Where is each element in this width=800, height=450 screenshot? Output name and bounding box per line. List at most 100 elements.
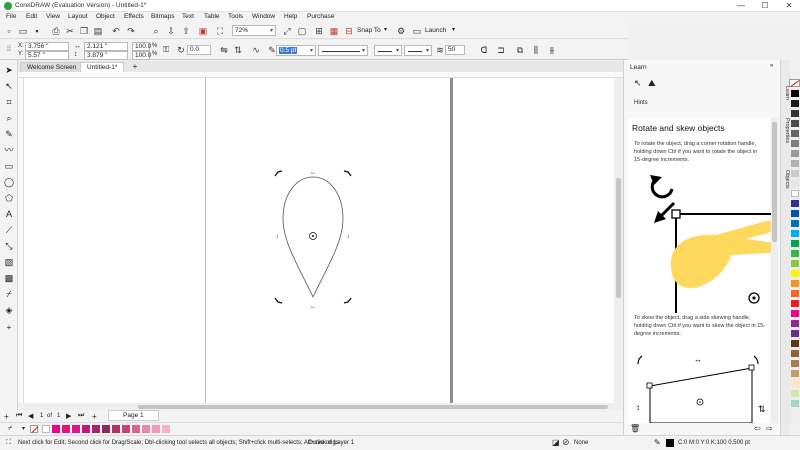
palette-swatch[interactable]: [122, 425, 130, 433]
start-arrow-select[interactable]: [374, 45, 402, 56]
palette-swatch[interactable]: [82, 425, 90, 433]
palette-swatch[interactable]: [791, 230, 799, 237]
object-origin-icon[interactable]: ⁞⁞: [3, 44, 15, 56]
launch-dropdown[interactable]: Launch: [425, 27, 446, 34]
close-button[interactable]: ✕: [778, 0, 800, 12]
menu-window[interactable]: Window: [252, 13, 275, 20]
import-icon[interactable]: ⇩: [165, 25, 177, 37]
app-launcher-icon[interactable]: ▭: [411, 25, 423, 37]
add-tab-button[interactable]: +: [130, 62, 140, 72]
palette-swatch[interactable]: [791, 260, 799, 267]
add-page-after-icon[interactable]: +: [92, 412, 97, 421]
palette-swatch[interactable]: [791, 400, 799, 407]
menu-help[interactable]: Help: [284, 13, 297, 20]
palette-swatch[interactable]: [791, 270, 799, 277]
palette-swatch[interactable]: [152, 425, 160, 433]
palette-swatch[interactable]: [791, 290, 799, 297]
shape-tool-icon[interactable]: ↖: [3, 80, 15, 92]
launch-chevron-icon[interactable]: ▾: [452, 26, 455, 33]
palette-swatch[interactable]: [791, 110, 799, 117]
tab-welcome-screen[interactable]: Welcome Screen: [20, 62, 84, 72]
menu-edit[interactable]: Edit: [26, 13, 37, 20]
rulers-icon[interactable]: ⊞: [313, 25, 325, 37]
palette-swatch[interactable]: [791, 200, 799, 207]
menu-tools[interactable]: Tools: [228, 13, 243, 20]
palette-swatch[interactable]: [791, 100, 799, 107]
palette-swatch[interactable]: [791, 250, 799, 257]
y-position-field[interactable]: 5.57 ": [25, 51, 69, 60]
save-icon[interactable]: ▪: [31, 25, 43, 37]
palette-swatch[interactable]: [162, 425, 170, 433]
curve-nodes-icon[interactable]: ∿: [250, 44, 262, 56]
full-screen-icon[interactable]: ⛶: [214, 25, 226, 37]
close-curve-icon[interactable]: ᗡ: [478, 44, 490, 56]
menu-view[interactable]: View: [46, 13, 60, 20]
palette-swatch[interactable]: [72, 425, 80, 433]
redo-icon[interactable]: ↷: [125, 25, 137, 37]
distribute-icon[interactable]: ⫵: [546, 44, 558, 56]
menu-bitmaps[interactable]: Bitmaps: [151, 13, 174, 20]
add-page-icon[interactable]: +: [4, 412, 9, 421]
palette-swatch[interactable]: [52, 425, 60, 433]
align-icon[interactable]: ⫼: [530, 44, 542, 56]
palette-swatch[interactable]: [142, 425, 150, 433]
zoom-tool-icon[interactable]: ⌕: [3, 112, 15, 124]
wrap-text-icon[interactable]: ⊐: [495, 44, 507, 56]
drop-shadow-icon[interactable]: ▧: [3, 256, 15, 268]
guidelines-icon[interactable]: ⊟: [343, 25, 355, 37]
palette-no-color[interactable]: [789, 79, 800, 87]
palette-swatch[interactable]: [791, 140, 799, 147]
rotation-field[interactable]: 0.0: [187, 45, 211, 55]
to-front-icon[interactable]: ⧉: [514, 44, 526, 56]
palette-swatch[interactable]: [791, 220, 799, 227]
palette-swatch[interactable]: [791, 330, 799, 337]
menu-table[interactable]: Table: [204, 13, 220, 20]
palette-swatch[interactable]: [791, 320, 799, 327]
line-style-select[interactable]: [318, 45, 368, 56]
pick-tool-icon[interactable]: ➤: [3, 64, 15, 76]
freehand-tool-icon[interactable]: ✎: [3, 128, 15, 140]
menu-purchase[interactable]: Purchase: [307, 13, 334, 20]
text-tool-icon[interactable]: A: [3, 208, 15, 220]
next-page-icon[interactable]: ▶: [66, 412, 71, 420]
palette-swatch[interactable]: [132, 425, 140, 433]
page-1-tab[interactable]: Page 1: [108, 410, 159, 421]
mirror-vertical-icon[interactable]: ⇅: [232, 44, 244, 56]
zoom-page-icon[interactable]: ▢: [296, 25, 308, 37]
menu-file[interactable]: File: [6, 13, 16, 20]
prev-page-icon[interactable]: ◀: [28, 412, 33, 420]
palette-swatch[interactable]: [102, 425, 110, 433]
hints-tab-icon[interactable]: ↖: [634, 78, 642, 89]
palette-swatch[interactable]: [791, 280, 799, 287]
palette-swatch[interactable]: [791, 240, 799, 247]
paste-icon[interactable]: ▤: [92, 25, 104, 37]
palette-swatch[interactable]: [791, 90, 799, 97]
palette-swatch[interactable]: [112, 425, 120, 433]
end-arrow-select[interactable]: [404, 45, 432, 56]
eyedropper-icon[interactable]: ⌿: [8, 425, 12, 433]
first-page-icon[interactable]: ⏮: [16, 412, 22, 420]
menu-text[interactable]: Text: [182, 13, 194, 20]
palette-swatch[interactable]: [791, 150, 799, 157]
menu-layout[interactable]: Layout: [68, 13, 88, 20]
palette-swatch[interactable]: [62, 425, 70, 433]
ellipse-tool-icon[interactable]: ◯: [3, 176, 15, 188]
teardrop-shape[interactable]: ↔ ↔ ↕ ↕: [269, 163, 359, 308]
canvas-hscroll-thumb[interactable]: [138, 405, 608, 409]
menu-effects[interactable]: Effects: [124, 13, 144, 20]
palette-swatch[interactable]: [791, 350, 799, 357]
palette-swatch[interactable]: [791, 160, 799, 167]
back-arrow-icon[interactable]: ⇦: [754, 424, 761, 433]
export-icon[interactable]: ⇧: [180, 25, 192, 37]
polygon-tool-icon[interactable]: ⬠: [3, 192, 15, 204]
palette-swatch[interactable]: [791, 300, 799, 307]
palette-swatch[interactable]: [791, 360, 799, 367]
palette-swatch[interactable]: [791, 310, 799, 317]
no-color-swatch[interactable]: [30, 425, 39, 433]
outline-pen-status-icon[interactable]: ✎: [654, 438, 661, 447]
hints-scroll-thumb[interactable]: [772, 122, 777, 242]
rectangle-tool-icon[interactable]: ▭: [3, 160, 15, 172]
menu-object[interactable]: Object: [96, 13, 115, 20]
snap-to-chevron-icon[interactable]: ▾: [384, 26, 387, 33]
zoom-level-select[interactable]: 72%: [232, 25, 276, 36]
